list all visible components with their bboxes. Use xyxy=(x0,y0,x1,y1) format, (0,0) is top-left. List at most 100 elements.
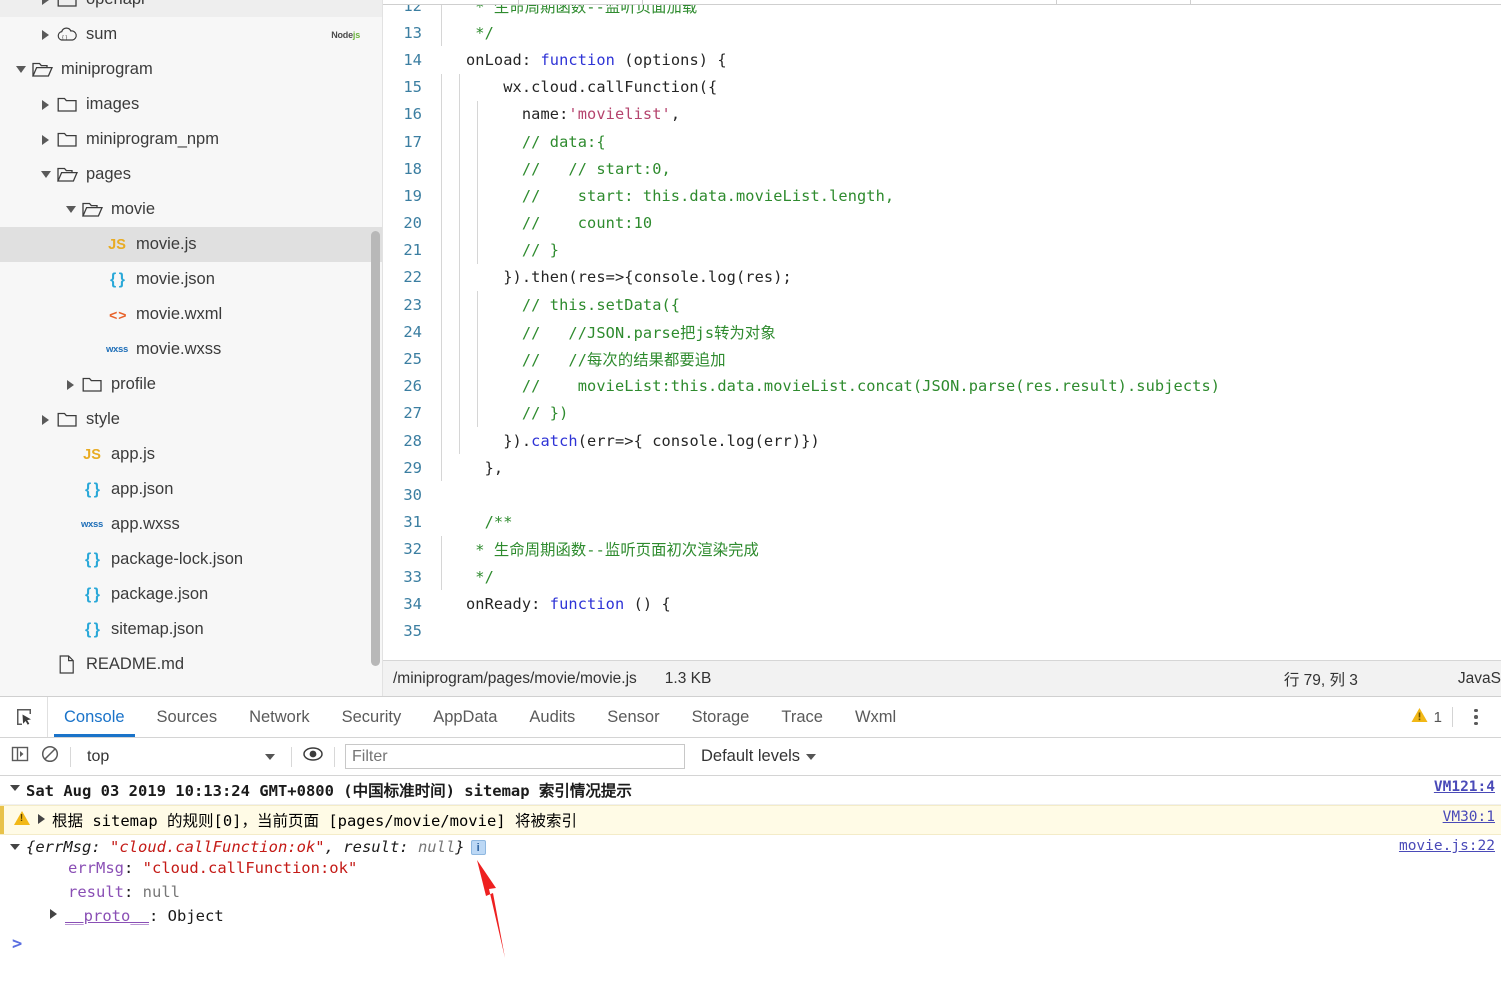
tree-item-openapi[interactable]: openapi xyxy=(0,0,382,17)
code-line[interactable]: 12 * 生命周期函数--监听页面加载 xyxy=(383,5,1501,20)
tab-security[interactable]: Security xyxy=(326,697,418,737)
file-tree[interactable]: openapi { } sum Nodejs miniprogram images mini… xyxy=(0,0,382,682)
chevron-down-icon[interactable] xyxy=(37,157,54,192)
code-line[interactable]: 32 * 生命周期函数--监听页面初次渲染完成 xyxy=(383,535,1501,563)
tab-network[interactable]: Network xyxy=(233,697,326,737)
console-source-link[interactable]: movie.js:22 xyxy=(1399,838,1495,854)
console-source-link[interactable]: VM30:1 xyxy=(1443,809,1495,825)
code-line[interactable]: 15 wx.cloud.callFunction({ xyxy=(383,73,1501,101)
tab-console[interactable]: Console xyxy=(48,697,141,737)
tree-item-package-json[interactable]: { } package.json xyxy=(0,577,382,612)
inspect-element-icon[interactable] xyxy=(0,697,48,737)
console-filter-input[interactable] xyxy=(345,744,685,769)
tree-item-movie-js[interactable]: JS movie.js xyxy=(0,227,382,262)
file-explorer-panel[interactable]: openapi { } sum Nodejs miniprogram images mini… xyxy=(0,0,383,696)
code-line[interactable]: 22 }).then(res=>{console.log(res); xyxy=(383,263,1501,292)
chevron-right-icon[interactable] xyxy=(37,0,54,17)
tree-item-movie-json[interactable]: { } movie.json xyxy=(0,262,382,297)
tree-item-images[interactable]: images xyxy=(0,87,382,122)
tab-appdata[interactable]: AppData xyxy=(417,697,513,737)
console-source-link[interactable]: VM121:4 xyxy=(1434,779,1495,795)
console-prompt[interactable]: > xyxy=(0,928,1501,960)
tree-item-movie[interactable]: movie xyxy=(0,192,382,227)
show-console-sidebar-icon[interactable] xyxy=(10,744,30,769)
code-line[interactable]: 20 // count:10 xyxy=(383,209,1501,237)
expand-triangle-icon[interactable] xyxy=(50,909,57,919)
tree-item-app-json[interactable]: { } app.json xyxy=(0,472,382,507)
object-property-row[interactable]: result: null xyxy=(10,880,1501,904)
devtools-tabs[interactable]: Console Sources Network Security AppData Audi… xyxy=(48,697,912,737)
editor-tab-ghost-1[interactable] xyxy=(518,0,643,4)
file-tree-scrollbar[interactable] xyxy=(371,231,380,666)
tree-item-app-wxss[interactable]: wxss app.wxss xyxy=(0,507,382,542)
expand-triangle-icon[interactable] xyxy=(38,814,45,824)
code-line[interactable]: 23 // this.setData({ xyxy=(383,291,1501,319)
code-line[interactable]: 27 // }) xyxy=(383,399,1501,427)
object-property-row[interactable]: errMsg: "cloud.callFunction:ok" xyxy=(10,856,1501,880)
code-editor-panel[interactable]: 12 * 生命周期函数--监听页面加载 13 */14 onLoad: functi… xyxy=(383,0,1501,696)
chevron-right-icon[interactable] xyxy=(37,402,54,437)
code-line[interactable]: 35 xyxy=(383,617,1501,644)
object-properties[interactable]: errMsg: "cloud.callFunction:ok" result: n… xyxy=(10,856,1501,928)
console-message-group[interactable]: Sat Aug 03 2019 10:13:24 GMT+0800 (中国标准时… xyxy=(0,776,1501,805)
tree-item-readme-md[interactable]: README.md xyxy=(0,647,382,682)
code-line[interactable]: 33 */ xyxy=(383,562,1501,591)
tree-item-app-js[interactable]: JS app.js xyxy=(0,437,382,472)
editor-tab-ghost-2[interactable] xyxy=(1056,0,1191,4)
code-line[interactable]: 17 // data:{ xyxy=(383,127,1501,156)
info-badge-icon[interactable]: i xyxy=(470,840,486,855)
code-line[interactable]: 14 onLoad: function (options) { xyxy=(383,46,1501,73)
status-language-mode[interactable]: JavaS xyxy=(1458,670,1501,688)
tree-item-movie-wxml[interactable]: < > movie.wxml xyxy=(0,297,382,332)
tab-audits[interactable]: Audits xyxy=(513,697,591,737)
console-message-list[interactable]: Sat Aug 03 2019 10:13:24 GMT+0800 (中国标准时… xyxy=(0,776,1501,998)
log-levels-selector[interactable]: Default levels xyxy=(701,747,817,766)
tree-item-style[interactable]: style xyxy=(0,402,382,437)
code-line[interactable]: 18 // // start:0, xyxy=(383,155,1501,183)
collapse-triangle-icon[interactable] xyxy=(10,785,20,791)
tree-item-miniprogram-npm[interactable]: miniprogram_npm xyxy=(0,122,382,157)
clear-console-icon[interactable] xyxy=(40,744,60,769)
warning-counter[interactable]: 1 xyxy=(1411,707,1453,727)
chevron-right-icon[interactable] xyxy=(37,17,54,52)
code-line[interactable]: 26 // movieList:this.data.movieList.conc… xyxy=(383,372,1501,400)
tree-item-movie-wxss[interactable]: wxss movie.wxss xyxy=(0,332,382,367)
tree-item-miniprogram[interactable]: miniprogram xyxy=(0,52,382,87)
code-line[interactable]: 13 */ xyxy=(383,19,1501,47)
tree-item-sitemap-json[interactable]: { } sitemap.json xyxy=(0,612,382,647)
tree-item-package-lock-json[interactable]: { } package-lock.json xyxy=(0,542,382,577)
code-area[interactable]: 12 * 生命周期函数--监听页面加载 13 */14 onLoad: functi… xyxy=(383,5,1501,660)
chevron-right-icon[interactable] xyxy=(37,87,54,122)
code-line[interactable]: 29 }, xyxy=(383,454,1501,482)
execution-context-selector[interactable]: top xyxy=(81,748,281,766)
chevron-down-icon[interactable] xyxy=(62,192,79,227)
tab-trace[interactable]: Trace xyxy=(765,697,839,737)
tab-sources[interactable]: Sources xyxy=(141,697,234,737)
tab-wxml[interactable]: Wxml xyxy=(839,697,912,737)
code-line[interactable]: 30 xyxy=(383,481,1501,508)
code-line[interactable]: 24 // //JSON.parse把js转为对象 xyxy=(383,318,1501,346)
chevron-down-icon[interactable] xyxy=(12,52,29,87)
tab-sensor[interactable]: Sensor xyxy=(591,697,675,737)
code-lines[interactable]: 12 * 生命周期函数--监听页面加载 13 */14 onLoad: functi… xyxy=(383,5,1501,645)
tree-item-profile[interactable]: profile xyxy=(0,367,382,402)
code-line[interactable]: 16 name:'movielist', xyxy=(383,100,1501,128)
chevron-right-icon[interactable] xyxy=(37,122,54,157)
console-message-warning[interactable]: 根据 sitemap 的规则[0]，当前页面 [pages/movie/movi… xyxy=(0,805,1501,835)
live-expression-icon[interactable] xyxy=(302,744,324,769)
code-line[interactable]: 25 // //每次的结果都要追加 xyxy=(383,345,1501,373)
tree-item-sum[interactable]: { } sum Nodejs xyxy=(0,17,382,52)
devtools-more-options-icon[interactable] xyxy=(1459,702,1493,732)
code-line[interactable]: 34 onReady: function () { xyxy=(383,590,1501,617)
collapse-triangle-icon[interactable] xyxy=(10,844,20,850)
code-line[interactable]: 31 /** xyxy=(383,509,1501,536)
tab-storage[interactable]: Storage xyxy=(676,697,766,737)
code-line[interactable]: 21 // } xyxy=(383,236,1501,264)
chevron-right-icon[interactable] xyxy=(62,367,79,402)
object-property-row[interactable]: __proto__: Object xyxy=(10,904,1501,928)
console-message-object[interactable]: {errMsg: "cloud.callFunction:ok", result… xyxy=(0,835,1501,928)
code-line[interactable]: 28 }).catch(err=>{ console.log(err)}) xyxy=(383,427,1501,455)
code-line[interactable]: 19 // start: this.data.movieList.length, xyxy=(383,182,1501,210)
tree-item-pages[interactable]: pages xyxy=(0,157,382,192)
status-cursor-position[interactable]: 行 79, 列 3 xyxy=(1284,668,1358,690)
